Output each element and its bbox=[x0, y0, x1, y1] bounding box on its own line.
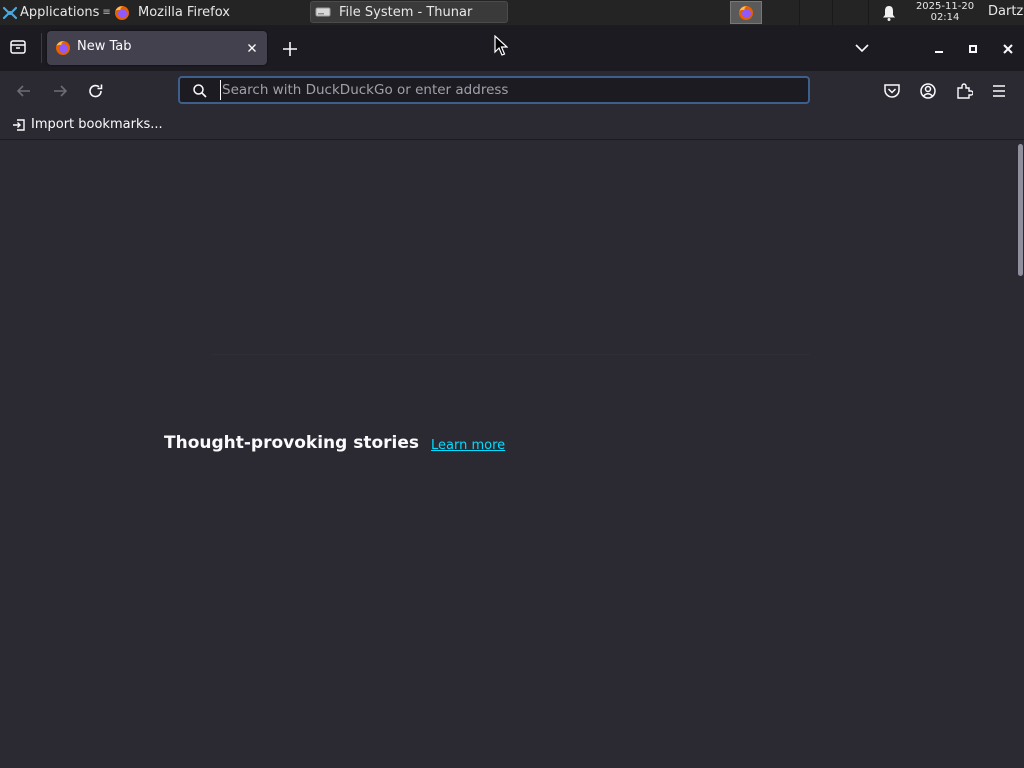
maximize-icon bbox=[967, 43, 979, 55]
import-bookmarks-button[interactable]: Import bookmarks... bbox=[12, 117, 163, 132]
taskbar-item-thunar[interactable]: File System - Thunar bbox=[310, 1, 508, 23]
firefox-view-button[interactable] bbox=[9, 39, 27, 55]
search-icon bbox=[192, 83, 208, 99]
forward-button[interactable] bbox=[51, 83, 69, 99]
app-menu-button[interactable] bbox=[991, 84, 1007, 98]
url-input[interactable] bbox=[220, 80, 802, 100]
url-bar[interactable] bbox=[178, 76, 810, 104]
user-name[interactable]: Dartz bbox=[988, 4, 1023, 19]
minimize-icon bbox=[932, 42, 946, 56]
account-icon bbox=[919, 82, 937, 100]
taskbar-separator bbox=[868, 0, 869, 25]
tab-new-tab[interactable]: New Tab bbox=[47, 31, 267, 65]
clock[interactable]: 2025-11-20 02:14 bbox=[905, 1, 985, 23]
close-window-button[interactable] bbox=[1001, 42, 1015, 56]
import-icon bbox=[12, 118, 26, 132]
xfce-logo-icon bbox=[0, 6, 20, 20]
puzzle-icon bbox=[955, 82, 973, 100]
pocket-button[interactable] bbox=[883, 83, 901, 99]
reload-button[interactable] bbox=[87, 83, 105, 99]
import-bookmarks-label: Import bookmarks... bbox=[31, 117, 163, 132]
applications-menu[interactable]: Applications ≡ bbox=[0, 0, 111, 25]
chevron-down-icon bbox=[854, 42, 870, 54]
taskbar-item-label: Mozilla Firefox bbox=[138, 5, 230, 20]
hamburger-menu-icon bbox=[991, 84, 1007, 98]
tray-firefox-button[interactable] bbox=[730, 1, 762, 24]
tab-title: New Tab bbox=[77, 39, 132, 54]
drive-icon bbox=[315, 5, 331, 19]
bookmarks-toolbar: Import bookmarks... bbox=[0, 111, 1024, 140]
mouse-cursor-icon bbox=[494, 35, 508, 57]
firefox-view-icon bbox=[9, 39, 27, 55]
pocket-icon bbox=[883, 83, 901, 99]
learn-more-link[interactable]: Learn more bbox=[431, 438, 505, 453]
taskbar: Applications ≡ Mozilla Firefox File Syst… bbox=[0, 0, 1024, 25]
firefox-icon bbox=[55, 40, 71, 56]
taskbar-separator bbox=[799, 0, 800, 25]
extensions-button[interactable] bbox=[955, 82, 973, 100]
arrow-left-icon bbox=[15, 83, 33, 99]
maximize-button[interactable] bbox=[967, 43, 979, 55]
new-tab-button[interactable] bbox=[281, 40, 299, 58]
close-tab-icon[interactable] bbox=[244, 40, 260, 56]
back-button[interactable] bbox=[15, 83, 33, 99]
taskbar-item-label: File System - Thunar bbox=[339, 4, 473, 20]
firefox-icon bbox=[738, 5, 754, 21]
taskbar-item-firefox[interactable]: Mozilla Firefox bbox=[110, 0, 312, 25]
minimize-button[interactable] bbox=[932, 42, 946, 56]
navigation-toolbar bbox=[0, 71, 1024, 111]
taskbar-separator bbox=[832, 0, 833, 25]
firefox-icon bbox=[114, 5, 130, 21]
scrollbar-thumb[interactable] bbox=[1018, 144, 1023, 276]
clock-date: 2025-11-20 bbox=[915, 1, 975, 12]
notification-bell-icon[interactable] bbox=[880, 4, 898, 22]
plus-icon bbox=[281, 40, 299, 58]
applications-label: Applications bbox=[20, 5, 100, 20]
divider bbox=[210, 354, 810, 355]
close-icon bbox=[1001, 42, 1015, 56]
stories-heading: Thought-provoking stories bbox=[164, 433, 420, 453]
list-all-tabs-button[interactable] bbox=[854, 42, 870, 54]
tab-divider bbox=[41, 33, 42, 63]
tab-strip: New Tab bbox=[0, 25, 1024, 71]
clock-time: 02:14 bbox=[930, 12, 960, 23]
new-tab-page: Thought-provoking stories Learn more bbox=[0, 140, 1024, 768]
reload-icon bbox=[87, 83, 105, 99]
arrow-right-icon bbox=[51, 83, 69, 99]
account-button[interactable] bbox=[919, 82, 937, 100]
